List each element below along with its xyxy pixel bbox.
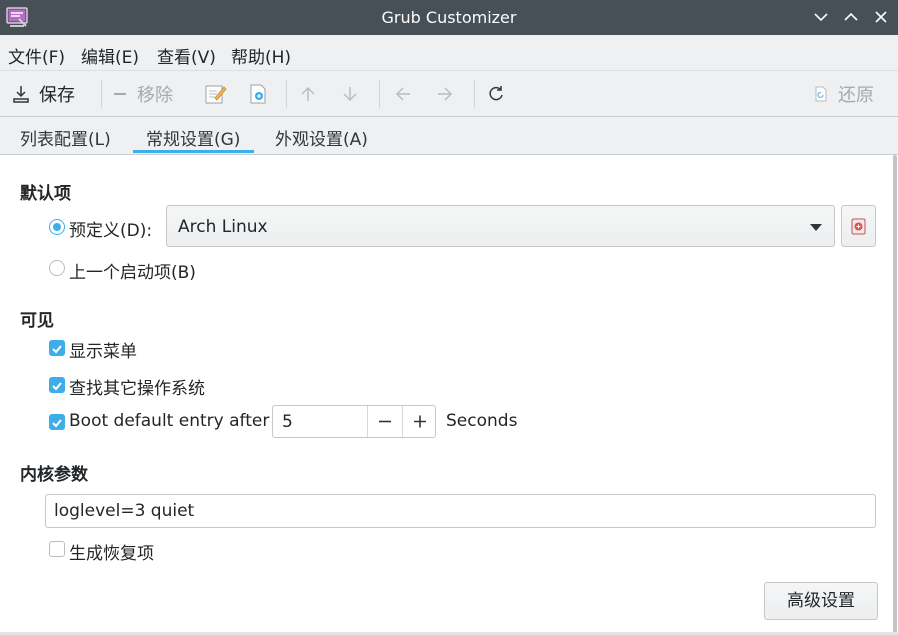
toolbar-separator [474,80,475,108]
active-tab-indicator [133,150,254,153]
show-menu-checkbox[interactable] [49,340,65,356]
decrement-button[interactable] [367,406,402,437]
reload-icon [489,86,503,101]
revert-icon [815,86,827,102]
predefined-radio[interactable] [49,219,65,235]
chevron-down-icon [810,224,822,231]
tab-list-config[interactable]: 列表配置(L) [20,125,111,150]
toolbar-separator [379,80,380,108]
remove-button[interactable]: 移除 [112,71,173,117]
new-entry-icon [250,84,266,104]
window-title: Grub Customizer [381,8,517,27]
default-entry-select[interactable]: Arch Linux [166,205,835,247]
menu-bar: 文件(F) 编辑(E) 查看(V) 帮助(H) [0,35,898,71]
entry-info-button[interactable] [841,205,876,247]
remove-label: 移除 [137,85,173,106]
default-entry-value: Arch Linux [178,217,268,237]
plus-icon [414,415,426,428]
save-icon [13,86,29,103]
advanced-settings-button[interactable]: 高级设置 [764,582,878,620]
scrollbar[interactable] [892,155,898,633]
new-entry-button[interactable] [248,71,268,117]
move-left-button[interactable] [393,71,413,117]
edit-button[interactable] [203,71,227,117]
timeout-value[interactable]: 5 [282,412,293,432]
scrollbar-thumb[interactable] [893,155,897,633]
kernel-params-field[interactable] [45,494,876,528]
arrow-left-icon [395,87,410,101]
toolbar: 保存 移除 还原 [0,71,898,117]
tab-appearance-settings[interactable]: 外观设置(A) [275,125,368,150]
checkmark-icon [52,419,62,428]
predefined-label: 预定义(D): [69,221,153,241]
visibility-heading: 可见 [20,311,54,331]
move-down-button[interactable] [340,71,360,117]
arrow-up-icon [301,86,315,101]
recovery-label: 生成恢复项 [69,544,154,564]
minus-icon [379,420,391,423]
os-prober-label: 查找其它操作系统 [69,379,205,399]
menu-edit[interactable]: 编辑(E) [81,43,139,68]
menu-view[interactable]: 查看(V) [157,43,216,68]
tab-general-settings[interactable]: 常规设置(G) [146,125,240,150]
checkmark-icon [52,345,62,354]
close-icon[interactable] [870,6,892,28]
move-up-button[interactable] [298,71,318,117]
previous-entry-radio[interactable] [49,260,65,276]
menu-help[interactable]: 帮助(H) [231,43,291,68]
timeout-checkbox[interactable] [49,414,65,430]
previous-entry-label: 上一个启动项(B) [69,263,196,283]
recovery-checkbox[interactable] [49,541,65,557]
default-entry-heading: 默认项 [20,184,71,204]
show-menu-label: 显示菜单 [69,342,137,362]
revert-button[interactable]: 还原 [813,71,874,117]
minus-icon [114,93,126,95]
os-prober-checkbox[interactable] [49,377,65,393]
kernel-params-input[interactable] [54,500,854,522]
checkmark-icon [52,382,62,391]
toolbar-separator [101,80,102,108]
maximize-icon[interactable] [840,6,862,28]
menu-file[interactable]: 文件(F) [8,43,65,68]
entry-info-icon [851,218,866,235]
toolbar-separator [286,80,287,108]
reload-button[interactable] [486,71,506,117]
save-button[interactable]: 保存 [12,71,75,117]
title-bar: Grub Customizer [0,0,898,35]
edit-icon [205,85,227,104]
timeout-unit: Seconds [446,411,518,431]
kernel-params-heading: 内核参数 [20,465,88,485]
timeout-spinbox[interactable]: 5 [272,405,436,438]
increment-button[interactable] [402,406,436,437]
arrow-right-icon [438,87,453,101]
minimize-icon[interactable] [810,6,832,28]
save-label: 保存 [39,85,75,106]
revert-label: 还原 [838,85,874,106]
timeout-label: Boot default entry after [69,411,270,431]
move-right-button[interactable] [435,71,455,117]
arrow-down-icon [343,87,357,102]
